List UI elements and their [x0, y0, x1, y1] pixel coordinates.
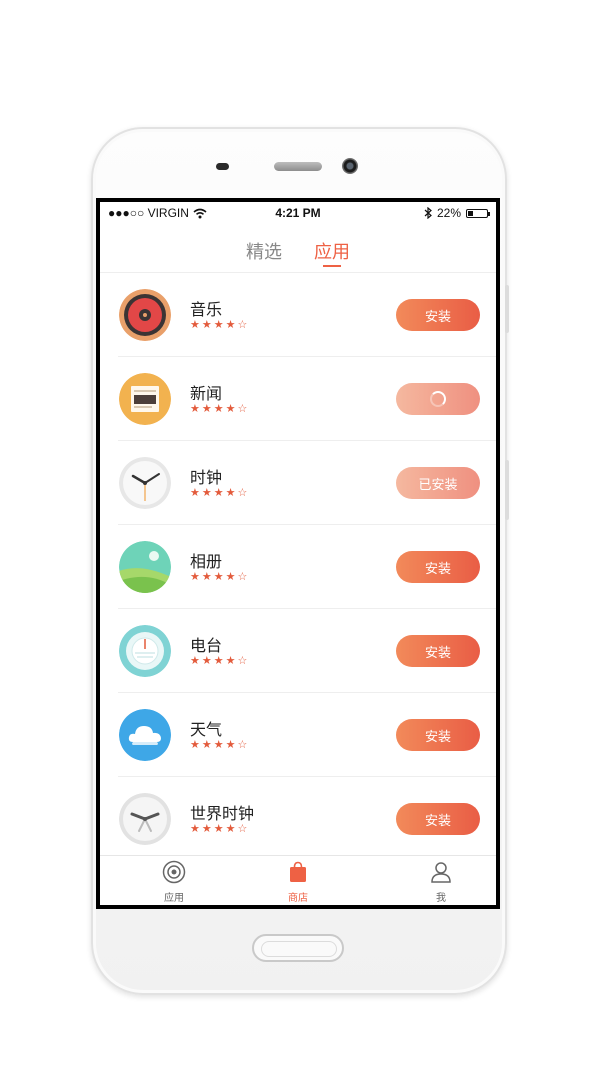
- app-row-photos[interactable]: 相册 ★★★★☆ 安装: [100, 525, 496, 609]
- app-name: 音乐: [190, 300, 223, 319]
- earpiece-speaker: [274, 162, 322, 171]
- rating-stars: ★★★★☆: [190, 654, 250, 667]
- install-button[interactable]: 安装: [396, 803, 480, 835]
- rating-stars: ★★★★☆: [190, 486, 250, 499]
- shopping-bag-icon: [290, 861, 306, 882]
- tab-label: 商店: [288, 893, 308, 904]
- rating-stars: ★★★★☆: [190, 318, 250, 331]
- app-row-world-clock[interactable]: 世界时钟 ★★★★☆ 安装: [100, 777, 496, 861]
- target-icon: [162, 860, 186, 884]
- proximity-sensor: [216, 163, 229, 170]
- install-button[interactable]: 安装: [396, 635, 480, 667]
- bluetooth-icon: [424, 207, 432, 219]
- rating-stars: ★★★★☆: [190, 738, 250, 751]
- app-screen: ●●●○○ VIRGIN 4:21 PM 22% 精选 应用 音乐 ★★★★☆ …: [100, 202, 496, 905]
- app-row-clock[interactable]: 时钟 ★★★★☆ 已安装: [100, 441, 496, 525]
- install-button[interactable]: 安装: [396, 299, 480, 331]
- status-right: 22%: [424, 206, 490, 220]
- tab-apps[interactable]: 应用: [314, 238, 350, 264]
- front-camera: [342, 158, 358, 174]
- app-name: 新闻: [190, 384, 223, 403]
- world-clock-app-icon: [119, 793, 171, 845]
- app-row-radio[interactable]: 电台 ★★★★☆ 安装: [100, 609, 496, 693]
- install-button[interactable]: 安装: [396, 551, 480, 583]
- app-row-news[interactable]: 新闻 ★★★★☆: [100, 357, 496, 441]
- install-button[interactable]: 安装: [396, 719, 480, 751]
- app-name: 相册: [190, 552, 223, 571]
- installing-button[interactable]: [396, 383, 480, 415]
- weather-app-icon: [119, 709, 171, 761]
- home-button[interactable]: [252, 934, 344, 962]
- phone-side-button-upper: [505, 285, 509, 333]
- tab-label: 应用: [164, 893, 184, 904]
- news-app-icon: [119, 373, 171, 425]
- installed-button[interactable]: 已安装: [396, 467, 480, 499]
- status-bar: ●●●○○ VIRGIN 4:21 PM 22%: [100, 202, 496, 224]
- tab-me-bottom[interactable]: 我: [411, 860, 471, 904]
- phone-screen: ●●●○○ VIRGIN 4:21 PM 22% 精选 应用 音乐 ★★★★☆ …: [96, 198, 500, 909]
- rating-stars: ★★★★☆: [190, 570, 250, 583]
- music-app-icon: [119, 289, 171, 341]
- photos-app-icon: [119, 541, 171, 593]
- app-row-weather[interactable]: 天气 ★★★★☆ 安装: [100, 693, 496, 777]
- app-name: 电台: [190, 636, 223, 655]
- battery-percent: 22%: [436, 206, 461, 220]
- tab-label: 我: [436, 893, 446, 904]
- tab-apps-bottom[interactable]: 应用: [144, 860, 204, 904]
- battery-icon: [466, 208, 490, 218]
- rating-stars: ★★★★☆: [190, 402, 250, 415]
- app-name: 天气: [190, 720, 223, 739]
- app-row-music[interactable]: 音乐 ★★★★☆ 安装: [100, 273, 496, 357]
- tab-store-bottom[interactable]: 商店: [268, 860, 328, 904]
- phone-side-button-lower: [505, 460, 509, 520]
- app-name: 时钟: [190, 468, 223, 487]
- clock-app-icon: [119, 457, 171, 509]
- radio-app-icon: [119, 625, 171, 677]
- bottom-tab-bar: 应用 商店 我: [100, 855, 496, 905]
- top-tabs: 精选 应用: [100, 232, 496, 272]
- active-tab-indicator: [323, 265, 341, 267]
- app-name: 世界时钟: [190, 804, 255, 823]
- user-icon: [431, 862, 451, 883]
- loading-spinner-icon: [430, 391, 446, 407]
- tab-featured[interactable]: 精选: [246, 238, 282, 264]
- rating-stars: ★★★★☆: [190, 822, 250, 835]
